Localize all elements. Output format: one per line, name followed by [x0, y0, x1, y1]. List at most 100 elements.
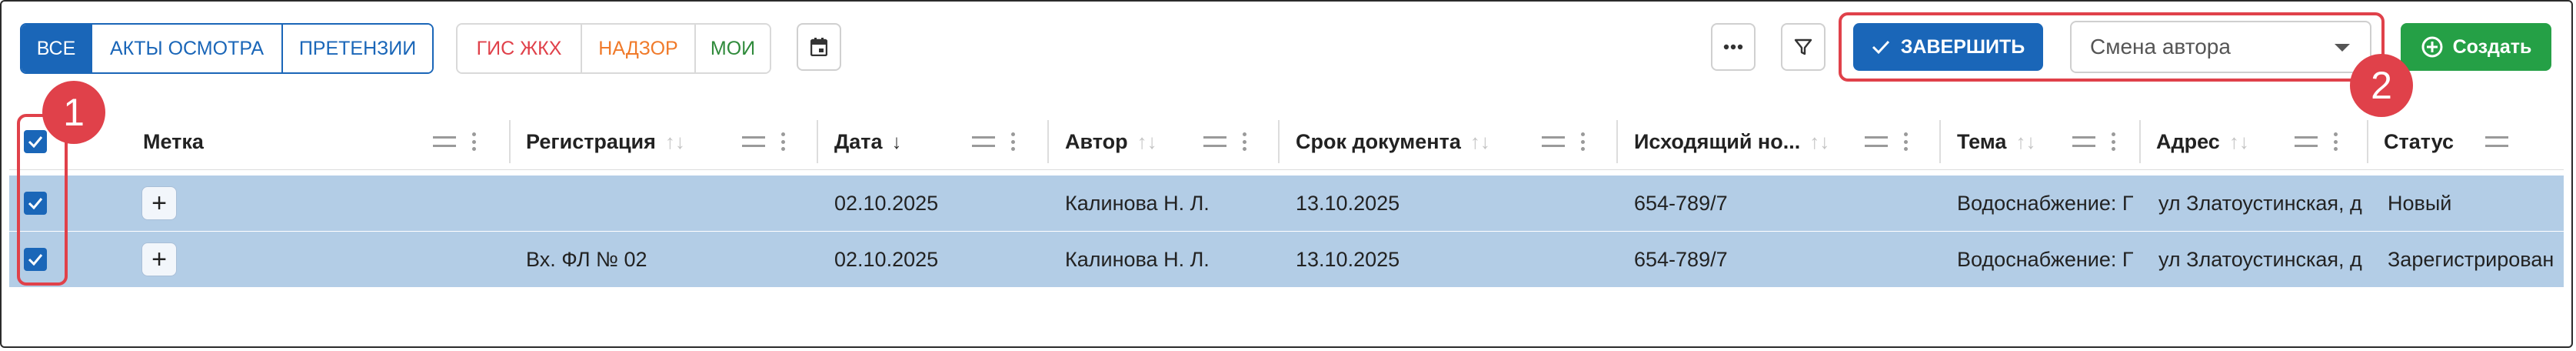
sort-desc-icon[interactable]: ↓: [892, 130, 902, 154]
column-divider[interactable]: [2367, 120, 2368, 163]
cell-registration: [526, 176, 810, 231]
column-label: Метка: [143, 129, 204, 153]
filter-all-button[interactable]: ВСЕ: [22, 25, 91, 72]
cell-status: Новый: [2388, 191, 2452, 215]
cell-deadline: 13.10.2025: [1296, 247, 1400, 271]
column-header-deadline[interactable]: Срок документа ↑↓: [1296, 114, 1490, 169]
column-controls[interactable]: [1542, 114, 1585, 169]
filter-mine-button[interactable]: МОИ: [694, 25, 770, 72]
column-header-address[interactable]: Адрес ↑↓: [2156, 114, 2249, 169]
table-row[interactable]: + 02.10.2025 Калинова Н. Л. 13.10.2025 6…: [9, 176, 2564, 231]
annotation-badge-1: 1: [42, 81, 105, 144]
cell-date: 02.10.2025: [834, 191, 939, 215]
source-filter: ГИС ЖКХ НАДЗОР МОИ: [456, 23, 771, 74]
annotation-badge-2: 2: [2350, 54, 2413, 117]
more-options-button[interactable]: [1711, 23, 1756, 71]
column-menu-icon[interactable]: [780, 132, 785, 151]
drag-handle-icon[interactable]: [2295, 136, 2318, 147]
drag-handle-icon[interactable]: [742, 136, 765, 147]
column-label: Адрес: [2156, 129, 2220, 153]
cell-author: Калинова Н. Л.: [1065, 191, 1210, 215]
calendar-button[interactable]: [797, 23, 841, 71]
drag-handle-icon[interactable]: [972, 136, 995, 147]
drag-handle-icon[interactable]: [1865, 136, 1888, 147]
filter-icon: [1794, 38, 1812, 55]
column-divider[interactable]: [1616, 120, 1618, 163]
column-menu-icon[interactable]: [471, 132, 476, 151]
sort-icon[interactable]: ↑↓: [665, 130, 685, 154]
sort-icon[interactable]: ↑↓: [1470, 130, 1490, 154]
sort-icon[interactable]: ↑↓: [1137, 130, 1157, 154]
column-controls[interactable]: [742, 114, 785, 169]
calendar-icon: [810, 38, 827, 56]
filter-button[interactable]: [1781, 23, 1825, 71]
column-divider[interactable]: [1939, 120, 1941, 163]
drag-handle-icon[interactable]: [433, 136, 456, 147]
filter-claims-button[interactable]: ПРЕТЕНЗИИ: [281, 25, 432, 72]
drag-handle-icon[interactable]: [2072, 136, 2095, 147]
column-label: Дата: [834, 129, 883, 153]
column-label: Регистрация: [526, 129, 656, 153]
column-header-status[interactable]: Статус: [2384, 114, 2454, 169]
column-menu-icon[interactable]: [1010, 132, 1015, 151]
column-controls[interactable]: [433, 114, 476, 169]
column-divider[interactable]: [509, 120, 511, 163]
filter-gis-jkh-button[interactable]: ГИС ЖКХ: [458, 25, 581, 72]
create-button-label: Создать: [2452, 35, 2532, 58]
drag-handle-icon[interactable]: [1542, 136, 1565, 147]
column-header-registration[interactable]: Регистрация ↑↓: [526, 114, 685, 169]
plus-circle-icon: [2421, 36, 2443, 58]
cell-topic: Водоснабжение: Г: [1957, 191, 2134, 215]
column-menu-icon[interactable]: [1903, 132, 1908, 151]
cell-outgoing-number: 654-789/7: [1634, 247, 1728, 271]
add-mark-button[interactable]: +: [141, 242, 177, 276]
column-label: Исходящий но...: [1634, 129, 1801, 153]
filter-inspection-acts-button[interactable]: АКТЫ ОСМОТРА: [91, 25, 281, 72]
column-header-author[interactable]: Автор ↑↓: [1065, 114, 1157, 169]
column-header-date[interactable]: Дата ↓: [834, 114, 902, 169]
column-controls[interactable]: [2295, 114, 2338, 169]
cell-address: ул Златоустинская, д: [2158, 191, 2362, 215]
add-mark-button[interactable]: +: [141, 186, 177, 220]
drag-handle-icon[interactable]: [1203, 136, 1226, 147]
cell-registration: Вх. ФЛ № 02: [526, 247, 647, 271]
column-divider[interactable]: [817, 120, 818, 163]
column-header-topic[interactable]: Тема ↑↓: [1957, 114, 2035, 169]
column-label: Тема: [1957, 129, 2007, 153]
table-row[interactable]: + Вх. ФЛ № 02 02.10.2025 Калинова Н. Л. …: [9, 232, 2564, 287]
column-menu-icon[interactable]: [2111, 132, 2115, 151]
column-header-outgoing-number[interactable]: Исходящий но... ↑↓: [1634, 114, 1829, 169]
more-horizontal-icon: [1723, 44, 1743, 50]
column-header-mark[interactable]: Метка: [143, 114, 204, 169]
toolbar-actions-highlight: [1839, 12, 2385, 82]
column-menu-icon[interactable]: [1580, 132, 1585, 151]
sort-icon[interactable]: ↑↓: [2015, 130, 2035, 154]
column-controls[interactable]: [972, 114, 1015, 169]
column-label: Автор: [1065, 129, 1128, 153]
column-controls[interactable]: [2485, 114, 2508, 169]
column-controls[interactable]: [1865, 114, 1908, 169]
column-label: Статус: [2384, 129, 2454, 153]
column-controls[interactable]: [2072, 114, 2115, 169]
column-menu-icon[interactable]: [1242, 132, 1246, 151]
column-divider[interactable]: [1278, 120, 1280, 163]
cell-topic: Водоснабжение: Г: [1957, 247, 2134, 271]
drag-handle-icon[interactable]: [2485, 136, 2508, 147]
cell-deadline: 13.10.2025: [1296, 191, 1400, 215]
sort-icon[interactable]: ↑↓: [2229, 130, 2249, 154]
cell-author: Калинова Н. Л.: [1065, 247, 1210, 271]
column-divider[interactable]: [1047, 120, 1049, 163]
column-menu-icon[interactable]: [2333, 132, 2338, 151]
cell-outgoing-number: 654-789/7: [1634, 191, 1728, 215]
table-header: Метка Регистрация ↑↓ Дата ↓ Автор ↑↓ Срок д…: [9, 114, 2564, 170]
document-type-filter: ВСЕ АКТЫ ОСМОТРА ПРЕТЕНЗИИ: [20, 23, 434, 74]
cell-date: 02.10.2025: [834, 247, 939, 271]
column-controls[interactable]: [1203, 114, 1246, 169]
column-label: Срок документа: [1296, 129, 1461, 153]
cell-address: ул Златоустинская, д: [2158, 247, 2362, 271]
create-button[interactable]: Создать: [2401, 23, 2551, 71]
filter-supervision-button[interactable]: НАДЗОР: [581, 25, 694, 72]
sort-icon[interactable]: ↑↓: [1809, 130, 1829, 154]
cell-status: Зарегистрирован: [2388, 247, 2554, 271]
column-divider[interactable]: [2139, 120, 2141, 163]
